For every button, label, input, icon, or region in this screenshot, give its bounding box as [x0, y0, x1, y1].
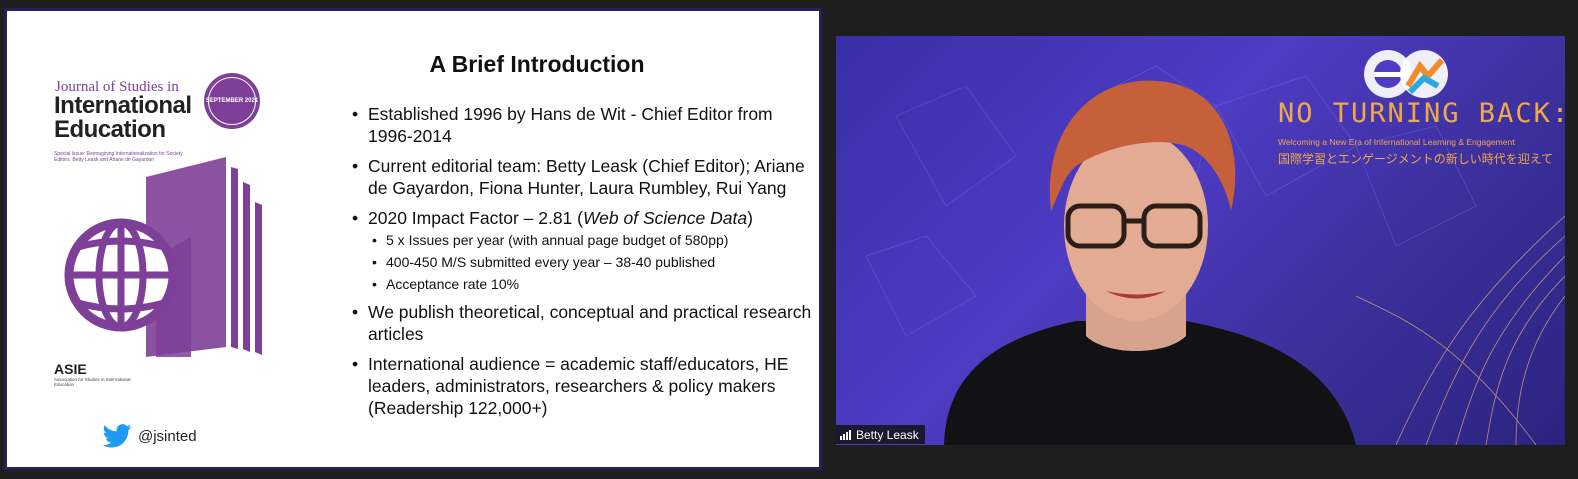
journal-title-word1: International [54, 92, 192, 119]
shared-slide: Journal of Studies in International Educ… [4, 8, 822, 470]
publisher-subtitle: Association for Studies in International… [54, 377, 131, 387]
sub-bullet-item: 400-450 M/S submitted every year – 38-40… [352, 251, 812, 273]
connection-signal-icon [840, 429, 851, 440]
sub-bullet-item: Acceptance rate 10% [352, 273, 812, 295]
issue-badge: SEPTEMBER 2021 [204, 73, 260, 129]
bullet-item: We publish theoretical, conceptual and p… [352, 301, 812, 345]
impact-factor-text: 2020 Impact Factor – 2.81 ( [368, 208, 583, 228]
video-tile[interactable]: NO TURNING BACK: Welcoming a New Era of … [836, 36, 1565, 445]
bullet-list: Established 1996 by Hans de Wit - Chief … [352, 103, 812, 427]
publisher-logo: ASIE [54, 361, 87, 377]
journal-title-main: International Education [54, 94, 192, 142]
participant-name: Betty Leask [856, 427, 919, 442]
bullet-item: Established 1996 by Hans de Wit - Chief … [352, 103, 812, 147]
impact-factor-suffix: ) [747, 208, 753, 228]
bullet-item: 2020 Impact Factor – 2.81 (Web of Scienc… [352, 207, 812, 229]
twitter-handle-row: @jsinted [102, 424, 197, 448]
journal-title-word2: Education [54, 116, 166, 143]
twitter-bird-icon [102, 424, 132, 448]
event-title: NO TURNING BACK: [1278, 98, 1565, 129]
slide-title: A Brief Introduction [429, 51, 645, 77]
globe-book-illustration [64, 157, 262, 357]
bullet-item: International audience = academic staff/… [352, 353, 812, 419]
event-subtitle-japanese: 国際学習とエンゲージメントの新しい時代を迎えて [1278, 152, 1554, 166]
sub-bullet-item: 5 x Issues per year (with annual page bu… [352, 229, 812, 251]
bullet-item: Current editorial team: Betty Leask (Chi… [352, 155, 812, 199]
eaie-logo-icon [1364, 50, 1448, 98]
twitter-handle: @jsinted [138, 427, 197, 445]
journal-cover: Journal of Studies in International Educ… [48, 69, 276, 391]
participant-name-tag: Betty Leask [836, 425, 925, 444]
sub-bullet-list: 5 x Issues per year (with annual page bu… [352, 229, 812, 295]
event-subtitle: Welcoming a New Era of International Lea… [1278, 137, 1515, 147]
impact-factor-source: Web of Science Data [582, 208, 748, 228]
